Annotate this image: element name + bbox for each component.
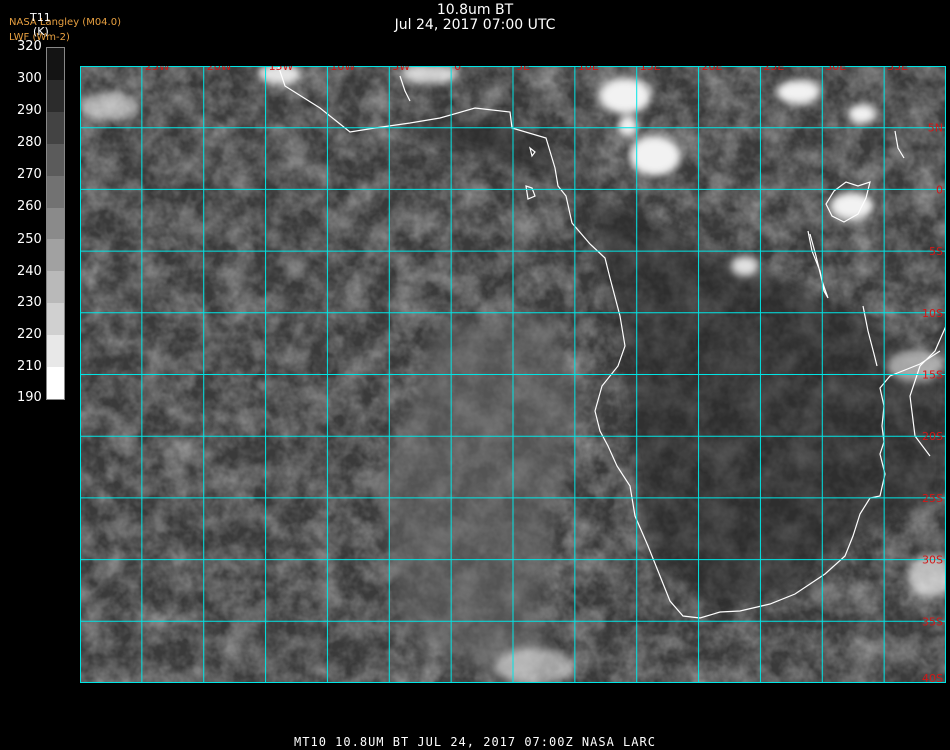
lon-label: 25W bbox=[145, 66, 170, 73]
colorbar-segment bbox=[47, 207, 64, 240]
lon-label: 10E bbox=[578, 66, 599, 73]
colorbar-segment bbox=[47, 143, 64, 177]
colorbar-segment bbox=[47, 79, 64, 113]
colorbar-label: 260 bbox=[17, 199, 42, 214]
colorbar-units: (K) bbox=[33, 25, 49, 38]
lat-label: 25S bbox=[922, 492, 943, 505]
lon-label: 20W bbox=[207, 66, 232, 73]
lon-label: 5E bbox=[516, 66, 530, 73]
colorbar-label: 230 bbox=[17, 295, 42, 310]
lat-label: 5N bbox=[928, 122, 943, 135]
colorbar-label: 190 bbox=[17, 390, 42, 405]
lat-label: 15S bbox=[922, 369, 943, 382]
colorbar-segment bbox=[47, 271, 64, 304]
lat-label: 20S bbox=[922, 430, 943, 443]
lon-label: 15E bbox=[640, 66, 661, 73]
map-area[interactable]: 25W 20W 15W 10W 5W 0 5E 10E 15E 20E 25E 30E 35E 5N 0 5… bbox=[80, 66, 946, 683]
colorbar-label: 270 bbox=[17, 167, 42, 182]
lat-label: 5S bbox=[929, 245, 943, 258]
colorbar-label: 320 bbox=[17, 39, 42, 54]
lon-label: 20E bbox=[702, 66, 723, 73]
colorbar-label: 290 bbox=[17, 103, 42, 118]
colorbar bbox=[46, 47, 65, 400]
footer-text: MT10 10.8UM BT JUL 24, 2017 07:00Z NASA … bbox=[294, 735, 656, 749]
colorbar-label: 250 bbox=[17, 232, 42, 247]
colorbar-segment bbox=[47, 367, 64, 400]
colorbar-segment bbox=[47, 303, 64, 336]
lon-label: 35E bbox=[887, 66, 908, 73]
colorbar-segment bbox=[47, 239, 64, 272]
lon-label: 30E bbox=[825, 66, 846, 73]
credit-line-1: NASA Langley (M04.0) bbox=[9, 17, 121, 28]
lat-label: 35S bbox=[922, 615, 943, 628]
colorbar-label: 300 bbox=[17, 71, 42, 86]
title-main: 10.8um BT bbox=[436, 2, 514, 18]
lon-label: 5W bbox=[392, 66, 410, 73]
lat-label: 30S bbox=[922, 554, 943, 567]
lon-label: 0 bbox=[454, 66, 461, 73]
title-datetime: Jul 24, 2017 07:00 UTC bbox=[394, 17, 556, 33]
colorbar-segment bbox=[47, 111, 64, 145]
colorbar-label: 280 bbox=[17, 135, 42, 150]
colorbar-segment bbox=[47, 335, 64, 368]
lat-label: 40S bbox=[922, 672, 943, 683]
colorbar-segment bbox=[47, 48, 64, 81]
map-svg: 25W 20W 15W 10W 5W 0 5E 10E 15E 20E 25E 30E 35E 5N 0 5… bbox=[80, 66, 946, 683]
lon-label: 25E bbox=[763, 66, 784, 73]
lon-label: 10W bbox=[330, 66, 355, 73]
colorbar-param: T11 bbox=[30, 11, 51, 24]
colorbar-label: 210 bbox=[17, 359, 42, 374]
lat-label: 0 bbox=[936, 183, 943, 196]
colorbar-label: 220 bbox=[17, 327, 42, 342]
lat-label: 10S bbox=[922, 307, 943, 320]
lon-label: 15W bbox=[269, 66, 294, 73]
colorbar-segment bbox=[47, 175, 64, 209]
colorbar-label: 240 bbox=[17, 264, 42, 279]
